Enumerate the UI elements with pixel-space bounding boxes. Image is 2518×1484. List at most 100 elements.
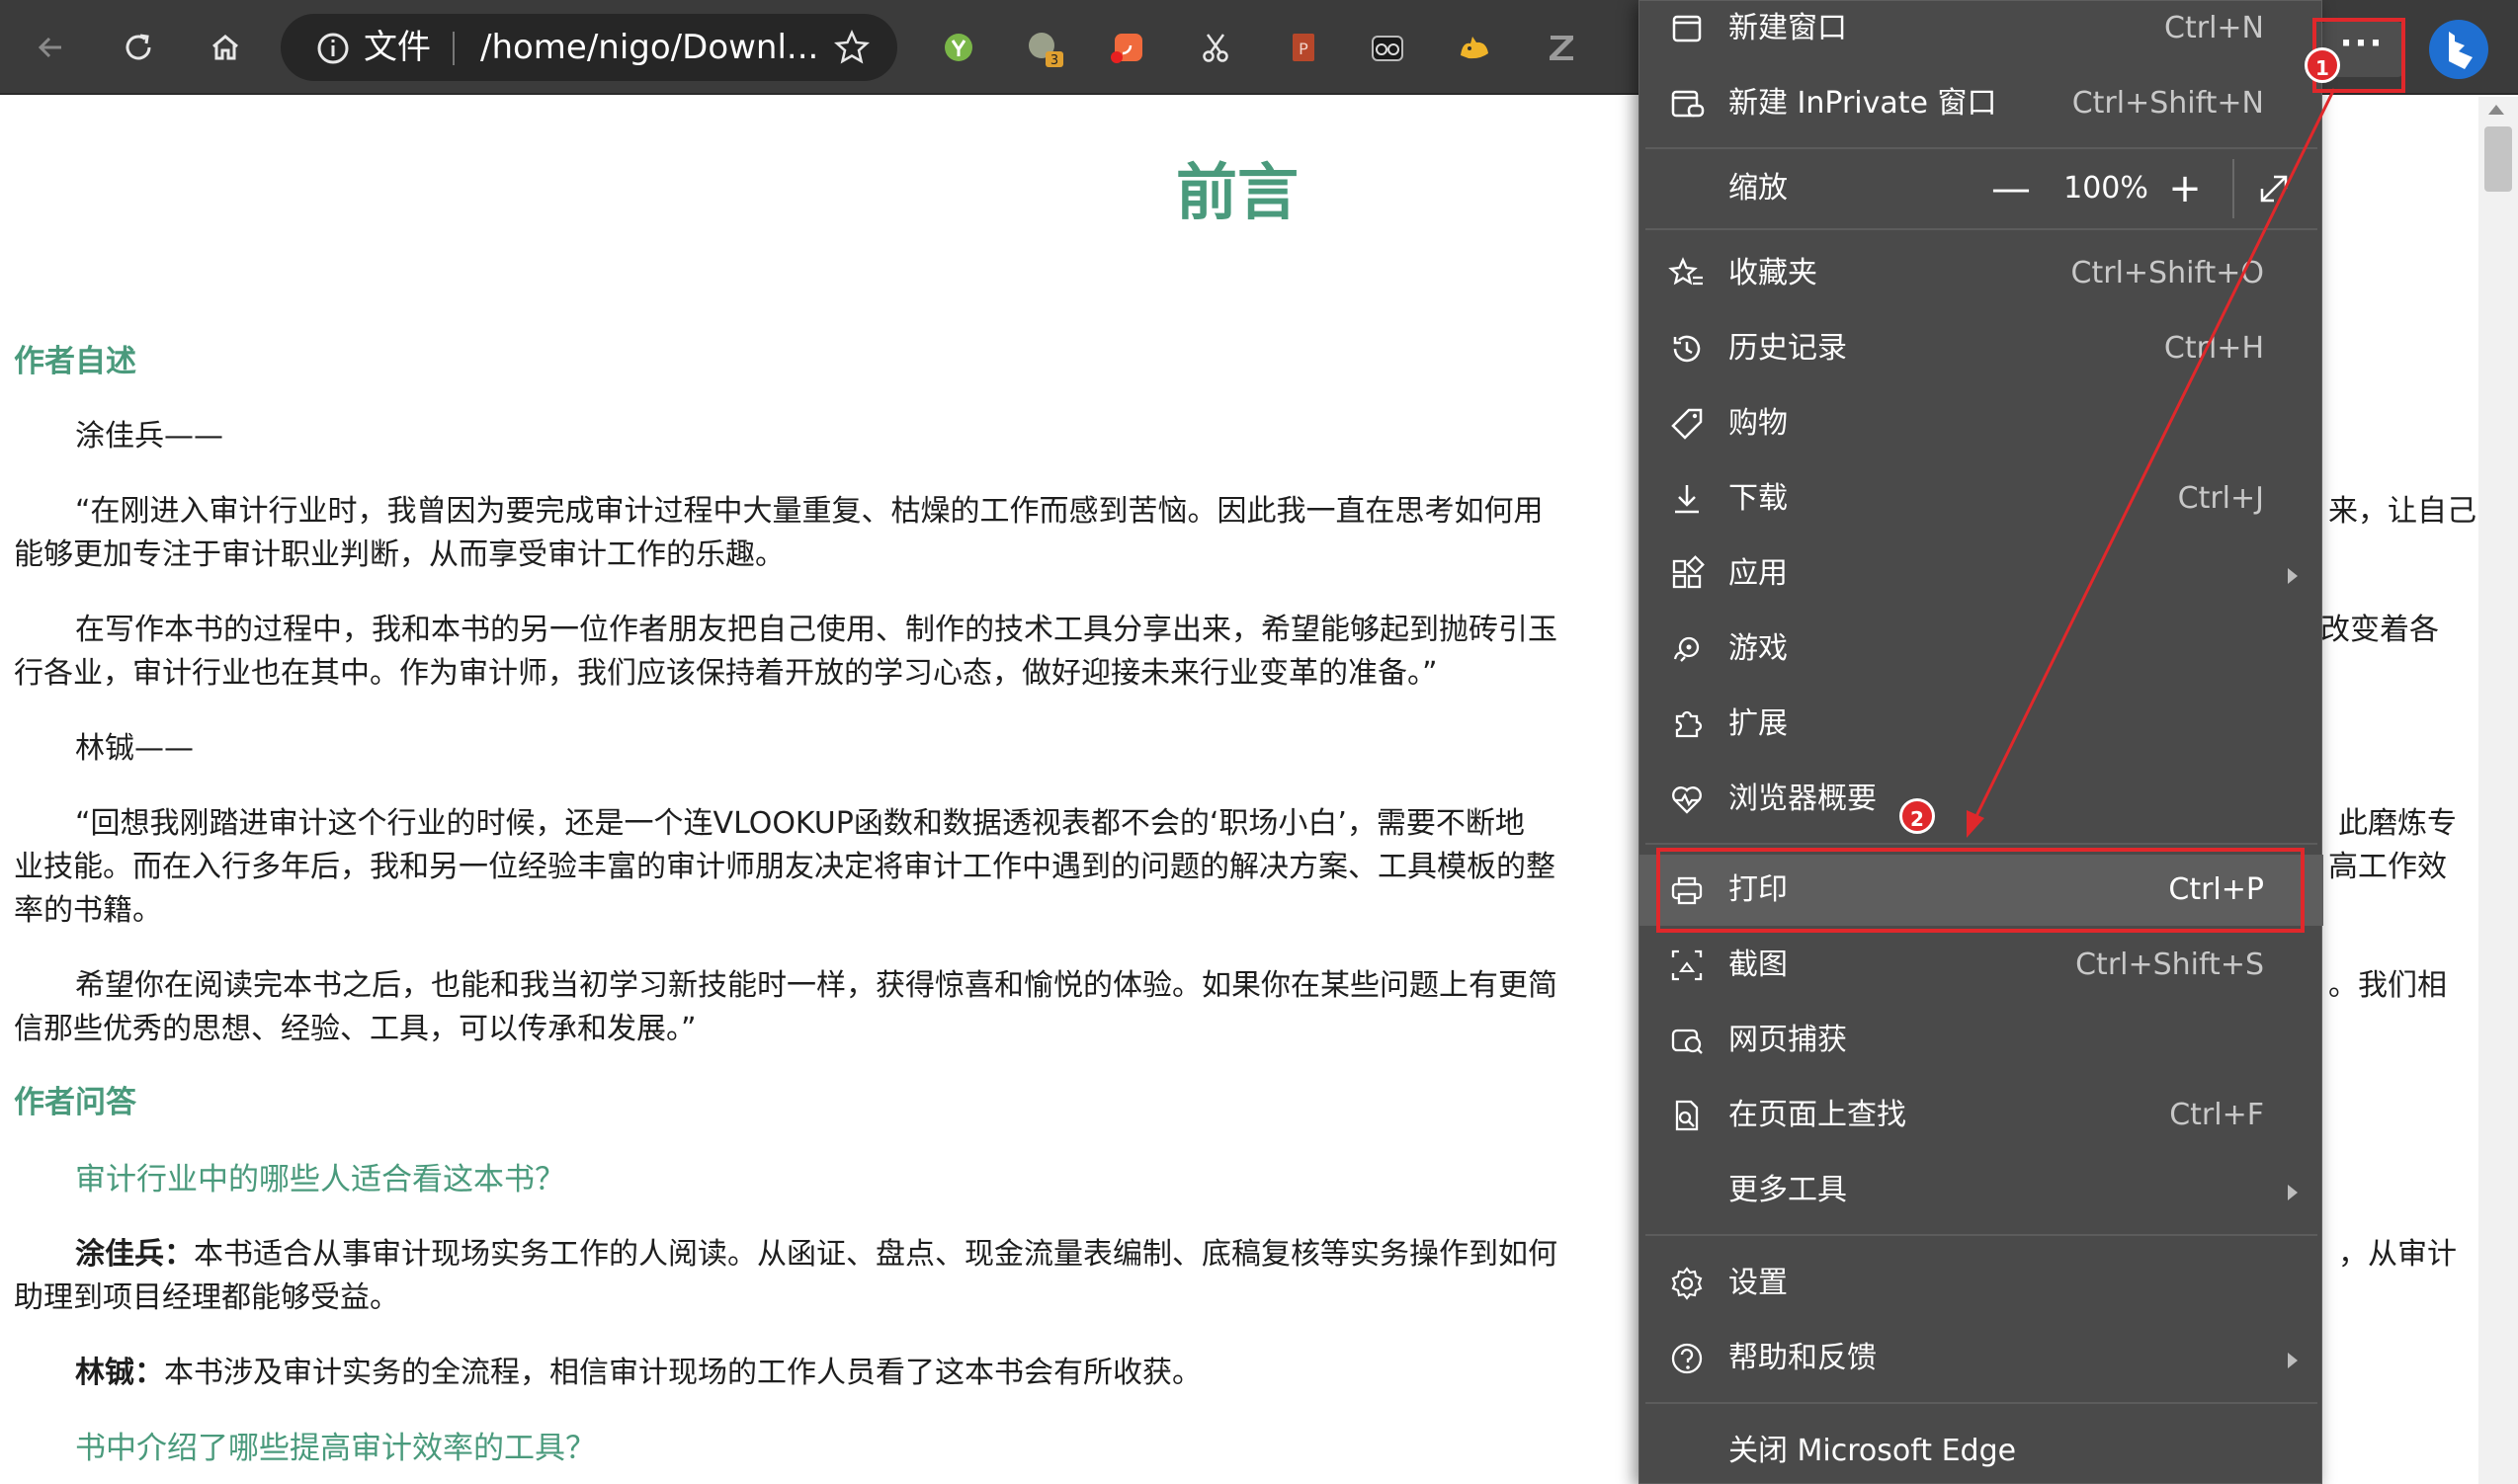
menu-item-settings[interactable]: 设置: [1639, 1248, 2323, 1319]
menu-item-label: 在页面上查找: [1728, 1098, 1906, 1132]
screenshot-icon: [1671, 949, 1703, 981]
fullscreen-icon[interactable]: [2254, 169, 2294, 208]
menu-item-label: 新建 InPrivate 窗口: [1728, 86, 1997, 121]
menu-item-new-inprivate-window[interactable]: 新建 InPrivate 窗口 Ctrl+Shift+N: [1639, 68, 2323, 139]
paragraph-line: 业技能。而在入行多年后，我和另一位经验丰富的审计师朋友决定将审计工作中遇到的问题…: [14, 850, 1555, 884]
find-on-page-icon: [1675, 1100, 1699, 1131]
question-line: 书中介绍了哪些提高审计效率的工具？: [75, 1431, 596, 1466]
page-scrollbar[interactable]: [2478, 97, 2518, 1484]
menu-item-screenshot[interactable]: 截图 Ctrl+Shift+S: [1639, 930, 2323, 1001]
apps-grid-icon: [1672, 555, 1705, 589]
menu-item-label: 帮助和反馈: [1728, 1341, 1877, 1375]
menu-item-find-on-page[interactable]: 在页面上查找 Ctrl+F: [1639, 1080, 2323, 1151]
scissors-extension-icon[interactable]: [1196, 28, 1235, 67]
refresh-button[interactable]: [109, 18, 168, 77]
menu-item-label: 收藏夹: [1728, 256, 1817, 290]
home-icon: [212, 35, 238, 60]
section-heading-author-statement: 作者自述: [14, 344, 136, 379]
menu-item-label: 关闭 Microsoft Edge: [1728, 1434, 2017, 1468]
info-icon[interactable]: [316, 32, 350, 65]
extension-badge-count: 3: [1050, 53, 1058, 67]
paragraph-line-tail: 高工作效: [2328, 850, 2447, 884]
zoom-divider: [2232, 159, 2234, 218]
menu-item-label: 下载: [1728, 481, 1788, 516]
menu-item-help-feedback[interactable]: 帮助和反馈: [1639, 1323, 2323, 1394]
menu-separator: [1645, 147, 2317, 149]
zoom-in-button[interactable]: +: [2159, 163, 2211, 214]
menu-item-label: 扩展: [1728, 706, 1788, 741]
menu-item-downloads[interactable]: 下载 Ctrl+J: [1639, 463, 2323, 535]
annotation-badge-2: 2: [1899, 798, 1935, 834]
menu-item-history[interactable]: 历史记录 Ctrl+H: [1639, 313, 2323, 384]
author-name-line: 林铖——: [75, 731, 194, 766]
powerpoint-extension-icon[interactable]: P: [1283, 28, 1322, 67]
paragraph-line: 助理到项目经理都能够受益。: [14, 1280, 399, 1315]
puzzle-extension-icon: [1675, 710, 1703, 738]
menu-item-web-capture[interactable]: 网页捕获: [1639, 1005, 2323, 1076]
paragraph-line: “回想我刚踏进审计这个行业的时候，还是一个连VLOOKUP函数和数据透视表都不会…: [75, 806, 1525, 841]
menu-item-shortcut: Ctrl+Shift+N: [2071, 86, 2264, 121]
yomi-extension-icon[interactable]: [939, 28, 978, 67]
answer-line: 涂佳兵：本书适合从事审计现场实务工作的人阅读。从函证、盘点、现金流量表编制、底稿…: [75, 1233, 1557, 1277]
menu-item-favorites[interactable]: 收藏夹 Ctrl+Shift+O: [1639, 238, 2323, 309]
menu-item-extensions[interactable]: 扩展: [1639, 689, 2323, 760]
answer-text: 本书涉及审计实务的全流程，相信审计现场的工作人员看了这本书会有所收获。: [164, 1356, 1202, 1390]
menu-item-label: 更多工具: [1728, 1173, 1847, 1207]
author-name-line: 涂佳兵——: [75, 419, 223, 453]
answer-text: 本书适合从事审计现场实务工作的人阅读。从函证、盘点、现金流量表编制、底稿复核等实…: [194, 1237, 1557, 1272]
annotation-box-print: [1656, 848, 2305, 933]
scroll-thumb[interactable]: [2484, 126, 2512, 192]
answer-speaker: 涂佳兵：: [75, 1237, 194, 1272]
menu-item-games[interactable]: 游戏: [1639, 614, 2323, 685]
menu-item-browser-essentials[interactable]: 浏览器概要: [1639, 764, 2323, 835]
zotero-extension-icon[interactable]: [1542, 28, 1581, 67]
menu-item-label: 应用: [1728, 556, 1788, 591]
menu-item-apps[interactable]: 应用: [1639, 538, 2323, 610]
cat-extension-icon[interactable]: [1455, 28, 1494, 67]
section-heading-author-qa: 作者问答: [14, 1085, 136, 1120]
address-bar[interactable]: 文件 /home/nigo/Downl...: [281, 14, 897, 81]
scroll-up-arrow-icon[interactable]: [2488, 105, 2504, 115]
menu-item-close-edge[interactable]: 关闭 Microsoft Edge: [1639, 1416, 2323, 1484]
menu-item-zoom: 缩放 — 100% +: [1639, 153, 2323, 224]
url-text[interactable]: /home/nigo/Downl...: [480, 28, 816, 67]
page-title: 前言: [1176, 156, 1300, 228]
file-scheme-label: 文件: [364, 28, 431, 67]
owl-extension-icon[interactable]: [1368, 28, 1407, 67]
back-button[interactable]: [22, 18, 81, 77]
annotation-badge-1: 1: [2305, 47, 2340, 83]
question-line: 审计行业中的哪些人适合看这本书？: [75, 1162, 565, 1197]
menu-separator: [1645, 228, 2317, 230]
favorite-star-icon[interactable]: [832, 28, 872, 67]
paragraph-line: 能够更加专注于审计职业判断，从而享受审计工作的乐趣。: [14, 537, 785, 572]
history-clock-icon: [1673, 335, 1701, 363]
paragraph-line-tail: 改变着各: [2320, 613, 2439, 647]
menu-item-shopping[interactable]: 购物: [1639, 388, 2323, 459]
address-separator: [453, 32, 455, 65]
menu-item-label: 游戏: [1728, 631, 1788, 666]
menu-item-shortcut: Ctrl+F: [2169, 1098, 2264, 1132]
menu-item-label: 设置: [1728, 1266, 1788, 1300]
paragraph-line: 信那些优秀的思想、经验、工具，可以传承和发展。”: [14, 1012, 697, 1046]
rss-extension-icon[interactable]: [1109, 28, 1148, 67]
zoom-out-button[interactable]: —: [1985, 163, 2037, 214]
paragraph-line-tail: 。我们相: [2328, 968, 2447, 1003]
home-button[interactable]: [196, 18, 255, 77]
bing-copilot-icon[interactable]: [2427, 18, 2490, 81]
menu-separator: [1645, 1234, 2317, 1236]
heart-pulse-icon: [1672, 786, 1702, 814]
menu-item-label: 浏览器概要: [1728, 782, 1877, 816]
paragraph-line: 在写作本书的过程中，我和本书的另一位作者朋友把自己使用、制作的技术工具分享出来，…: [75, 613, 1557, 647]
paragraph-line: 率的书籍。: [14, 893, 162, 928]
menu-item-more-tools[interactable]: 更多工具: [1639, 1155, 2323, 1226]
menu-separator: [1645, 1402, 2317, 1404]
paragraph-line: “在刚进入审计行业时，我曾因为要完成审计过程中大量重复、枯燥的工作而感到苦恼。因…: [75, 494, 1544, 529]
menu-item-label: 网页捕获: [1728, 1023, 1847, 1057]
svg-text:P: P: [1299, 40, 1308, 58]
menu-item-label: 缩放: [1728, 171, 1788, 206]
menu-item-label: 购物: [1728, 406, 1788, 441]
zoom-level: 100%: [2063, 171, 2148, 206]
menu-item-new-window[interactable]: 新建窗口 Ctrl+N: [1639, 0, 2323, 64]
chat-extension-icon[interactable]: 3: [1024, 28, 1063, 67]
answer-line: 林铖：本书涉及审计实务的全流程，相信审计现场的工作人员看了这本书会有所收获。: [75, 1352, 1202, 1395]
